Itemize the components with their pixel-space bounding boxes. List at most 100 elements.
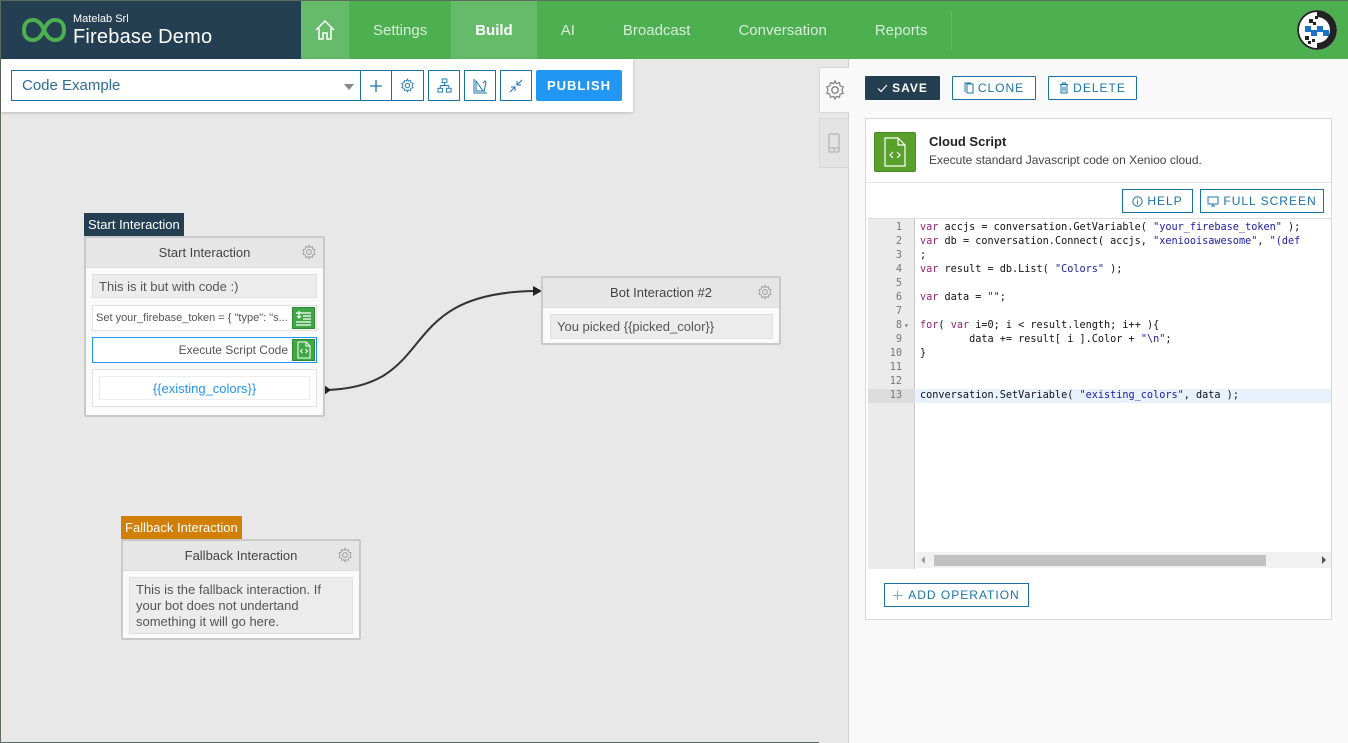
trash-icon [1060,82,1069,94]
scroll-left-arrow-icon[interactable] [921,556,925,564]
start-interaction-node[interactable]: Start Interaction This is it but with co… [84,236,325,417]
fallback-interaction-node[interactable]: Fallback Interaction This is the fallbac… [121,539,361,640]
save-button[interactable]: SAVE [865,76,940,100]
nav-home[interactable] [301,1,349,59]
code-line[interactable]: 7 [868,305,1331,319]
code-line[interactable]: 9 data += result[ i ].Color + "\n"; [868,333,1331,347]
publish-button[interactable]: PUBLISH [536,70,622,101]
line-number: 8 [895,320,902,331]
tab-properties[interactable] [819,67,849,113]
copy-icon [964,82,974,94]
tab-preview[interactable] [819,118,849,168]
add-flow-button[interactable] [360,70,392,101]
nav-broadcast[interactable]: Broadcast [599,1,715,59]
script-file-icon [292,339,315,361]
connection-start-marker [324,385,331,395]
collapse-button[interactable] [500,70,532,101]
align-tools-button[interactable] [464,70,496,101]
line-number: 11 [889,362,902,373]
auto-layout-button[interactable] [428,70,460,101]
full-screen-button[interactable]: FULL SCREEN [1200,189,1324,213]
nav-settings[interactable]: Settings [349,1,451,59]
action-set-variable[interactable]: Set your_firebase_token = { "type": "s..… [92,305,317,331]
add-operation-button[interactable]: ADD OPERATION [884,583,1029,607]
nav-reports[interactable]: Reports [851,1,952,59]
code-text: for( var i=0; i < result.length; i++ ){ [920,320,1160,331]
code-line[interactable]: 8 ▾ for( var i=0; i < result.length; i++ )… [868,319,1331,333]
line-number: 12 [889,376,902,387]
connection-line [326,290,536,391]
node-title: Fallback Interaction [184,548,298,563]
node-settings-gear-icon[interactable] [757,284,773,300]
code-line[interactable]: 10} [868,347,1331,361]
fold-toggle-icon[interactable]: ▾ [904,319,909,333]
code-line[interactable]: 1 var accjs = conversation.GetVariable( "… [868,221,1331,235]
nav-conversation[interactable]: Conversation [714,1,850,59]
horizontal-scrollbar[interactable] [916,552,1331,568]
code-text: } [920,348,927,359]
delete-label: DELETE [1073,81,1126,95]
code-text: var result = db.List( "Colors" ); [920,264,1123,275]
plus-icon [370,79,382,92]
code-line[interactable]: 6 var data = ""; [868,291,1331,305]
node-header[interactable]: Fallback Interaction [123,541,359,571]
quick-reply-button[interactable]: {{existing_colors}} [99,376,310,400]
scrollbar-thumb[interactable] [934,555,1266,566]
code-line[interactable]: 11 [868,361,1331,375]
delete-button[interactable]: DELETE [1048,76,1137,100]
nav-conversation-label: Conversation [738,21,827,39]
organization-name: Matelab Srl [73,12,129,25]
code-line[interactable]: 3; [868,249,1331,263]
card-header: Cloud Script Execute standard Javascript… [866,119,1331,183]
avatar-image-icon [1297,10,1337,50]
add-operation-label: ADD OPERATION [908,588,1020,602]
dropdown-caret-icon [344,84,354,90]
message-bubble[interactable]: This is it but with code :) [92,274,317,298]
help-button[interactable]: HELP [1122,189,1193,213]
action-label: Execute Script Code [178,343,288,357]
nav-build[interactable]: Build [451,1,537,59]
cloud-script-icon [874,132,916,172]
flow-settings-button[interactable] [391,70,424,101]
full-screen-label: FULL SCREEN [1223,194,1317,208]
hierarchy-icon [436,78,452,93]
node-settings-gear-icon[interactable] [301,244,317,260]
scroll-right-arrow-icon[interactable] [1322,556,1326,564]
fallback-interaction-tag: Fallback Interaction [121,516,242,539]
action-label: Set your_firebase_token = { "type": "s..… [96,312,288,324]
brand-area[interactable]: Matelab Srl Firebase Demo [1,1,301,59]
flow-selector[interactable]: Code Example [11,70,363,101]
clone-button[interactable]: CLONE [952,76,1036,100]
line-number: 4 [895,264,902,275]
node-title: Start Interaction [158,245,251,260]
code-line[interactable]: 2 var db = conversation.Connect( accjs, "… [868,235,1331,249]
save-label: SAVE [892,81,928,95]
code-line[interactable]: 13 conversation.SetVariable( "existing_co… [868,389,1331,403]
node-settings-gear-icon[interactable] [337,547,353,563]
message-bubble[interactable]: You picked {{picked_color}} [550,314,773,339]
node-header[interactable]: Bot Interaction #2 [543,278,779,308]
info-icon [1132,195,1144,207]
code-line[interactable]: 4 var result = db.List( "Colors" ); [868,263,1331,277]
code-text: conversation.SetVariable( "existing_colo… [920,390,1239,401]
app-name: Firebase Demo [73,25,213,48]
code-content[interactable]: 1 var accjs = conversation.GetVariable( "… [868,221,1331,403]
line-number: 6 [895,292,902,303]
node-header[interactable]: Start Interaction [86,238,323,268]
nav-ai[interactable]: AI [537,1,599,59]
user-avatar[interactable] [1297,10,1337,50]
bot-interaction-node[interactable]: Bot Interaction #2 You picked {{picked_c… [541,276,781,345]
home-icon [315,19,335,40]
nav-build-label: Build [475,21,513,39]
code-line[interactable]: 12 [868,375,1331,389]
code-editor[interactable]: 1 var accjs = conversation.GetVariable( "… [868,218,1331,569]
line-number: 13 [868,389,915,403]
action-execute-script[interactable]: Execute Script Code [92,337,317,363]
code-line[interactable]: 5 [868,277,1331,291]
message-bubble[interactable]: This is the fallback interaction. If you… [129,577,353,634]
nav-broadcast-label: Broadcast [622,21,691,39]
code-text: data += result[ i ].Color + "\n"; [920,334,1172,345]
code-text: var db = conversation.Connect( accjs, "x… [920,236,1301,247]
plus-icon [893,590,903,600]
nav-ai-label: AI [560,21,575,39]
